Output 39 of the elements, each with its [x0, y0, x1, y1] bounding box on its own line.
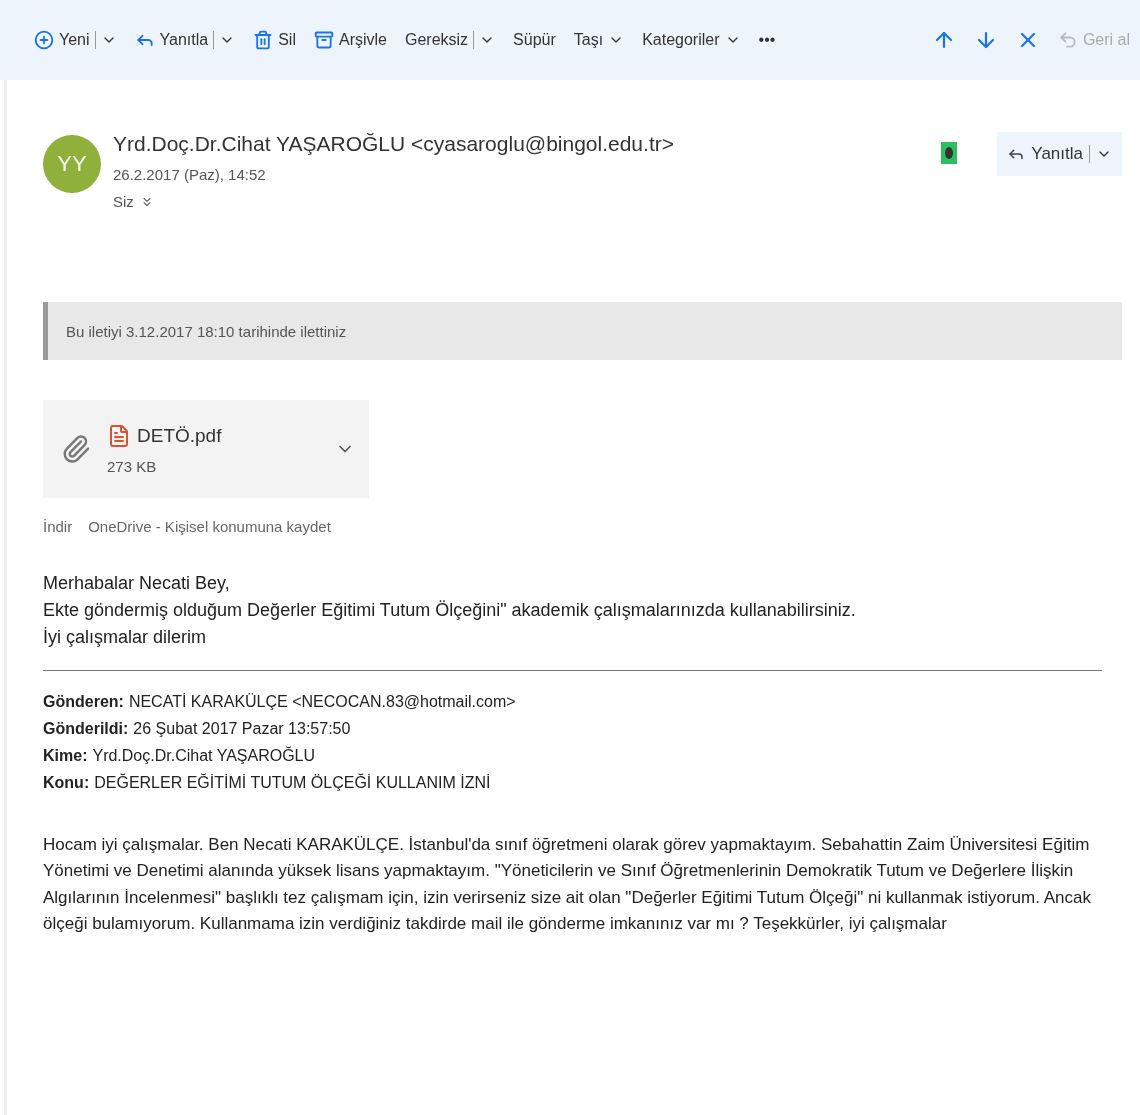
- toolbar-button[interactable]: Taşı: [571, 27, 627, 53]
- pdf-icon: [107, 423, 131, 448]
- trash-icon: [253, 30, 274, 50]
- toolbar-button[interactable]: Kategoriler: [640, 27, 743, 53]
- body-line: Merhabalar Necati Bey,: [43, 573, 231, 594]
- undo-icon: [1057, 30, 1078, 50]
- field-value: Yrd.Doç.Dr.Cihat YAŞAROĞLU: [92, 747, 316, 765]
- field-label: Gönderen:: [43, 693, 124, 711]
- add-icon: [34, 30, 54, 50]
- toolbar-button[interactable]: Süpür: [511, 27, 558, 53]
- attachment-card[interactable]: DETÖ.pdf 273 KB: [43, 400, 369, 498]
- paperclip-icon: [61, 434, 91, 464]
- archive-icon: [313, 30, 334, 50]
- toolbar-button[interactable]: •••: [756, 27, 778, 53]
- field-label: Kime:: [43, 747, 88, 765]
- attachment-name: DETÖ.pdf: [137, 424, 222, 447]
- attachment-action-link[interactable]: OneDrive - Kişisel konumuna kaydet: [88, 518, 331, 535]
- quoted-message: Hocam iyi çalışmalar. Ben Necati KARAKÜLÇE. İstanbul'da sınıf öğretmeni olarak görev yapmaktayım. Sebahattin Zaim Üniversitesi Eğitim Yönetimi ve Denetimi alanında yüksek lisans yapmaktayım. "Yöneticilerin ve Sınıf Öğretmenlerinin Demokratik Tutum ve Değerlere İlişkin Algılarının İncelenmesi" başlıklı tez çalışmam için, izin verirseniz size ait olan "Değerler Eğitimi Tutum Ölçeği" ni kullanmak istiyorum. Ancak ölçeği bulamıyorum. Kullanmama izin verdiğiniz takdirde mail ile gönderme imkanınız var mı ? Teşekkürler, iyi çalışmalar: [43, 834, 1092, 936]
- forward-notice: Bu iletiyi 3.12.2017 18:10 tarihinde ilettiniz: [43, 302, 1122, 360]
- toolbar-button[interactable]: Gereksiz: [403, 27, 498, 53]
- toolbar-button[interactable]: Arşivle: [311, 26, 389, 54]
- field-label: Gönderildi:: [43, 720, 129, 738]
- reply-button[interactable]: Yanıtla: [997, 132, 1122, 176]
- attachment-action-link[interactable]: İndir: [43, 518, 73, 535]
- field-value: NECATİ KARAKÜLÇE <NECOCAN.83@hotmail.com>: [128, 693, 516, 711]
- body-line: İyi çalışmalar dilerim: [43, 627, 208, 648]
- toolbar-button[interactable]: Sil: [251, 26, 298, 54]
- recipients: Siz: [113, 193, 134, 210]
- body-line: Ekte göndermiş olduğum Değerler Eğitimi Tutum Ölçeğini" akademik çalışmalarınızda kullanabilirsiniz.: [43, 600, 857, 621]
- field-value: DEĞERLER EĞİTİMİ TUTUM ÖLÇEĞİ KULLANIM İZNİ: [94, 774, 491, 792]
- attachment-size: 273 KB: [107, 457, 158, 475]
- toolbar-button[interactable]: Yeni: [32, 26, 119, 54]
- evernote-icon[interactable]: [941, 142, 958, 164]
- sender-name: Yrd.Doç.Dr.Cihat YAŞAROĞLU <cyasaroglu@bingol.edu.tr>: [113, 132, 675, 156]
- field-label: Konu:: [43, 774, 90, 792]
- avatar: YY: [43, 135, 101, 193]
- toolbar-button[interactable]: Yanıtla: [132, 26, 238, 54]
- field-value: 26 Şubat 2017 Pazar 13:57:50: [133, 720, 351, 738]
- message-date: 26.2.2017 (Paz), 14:52: [113, 166, 267, 183]
